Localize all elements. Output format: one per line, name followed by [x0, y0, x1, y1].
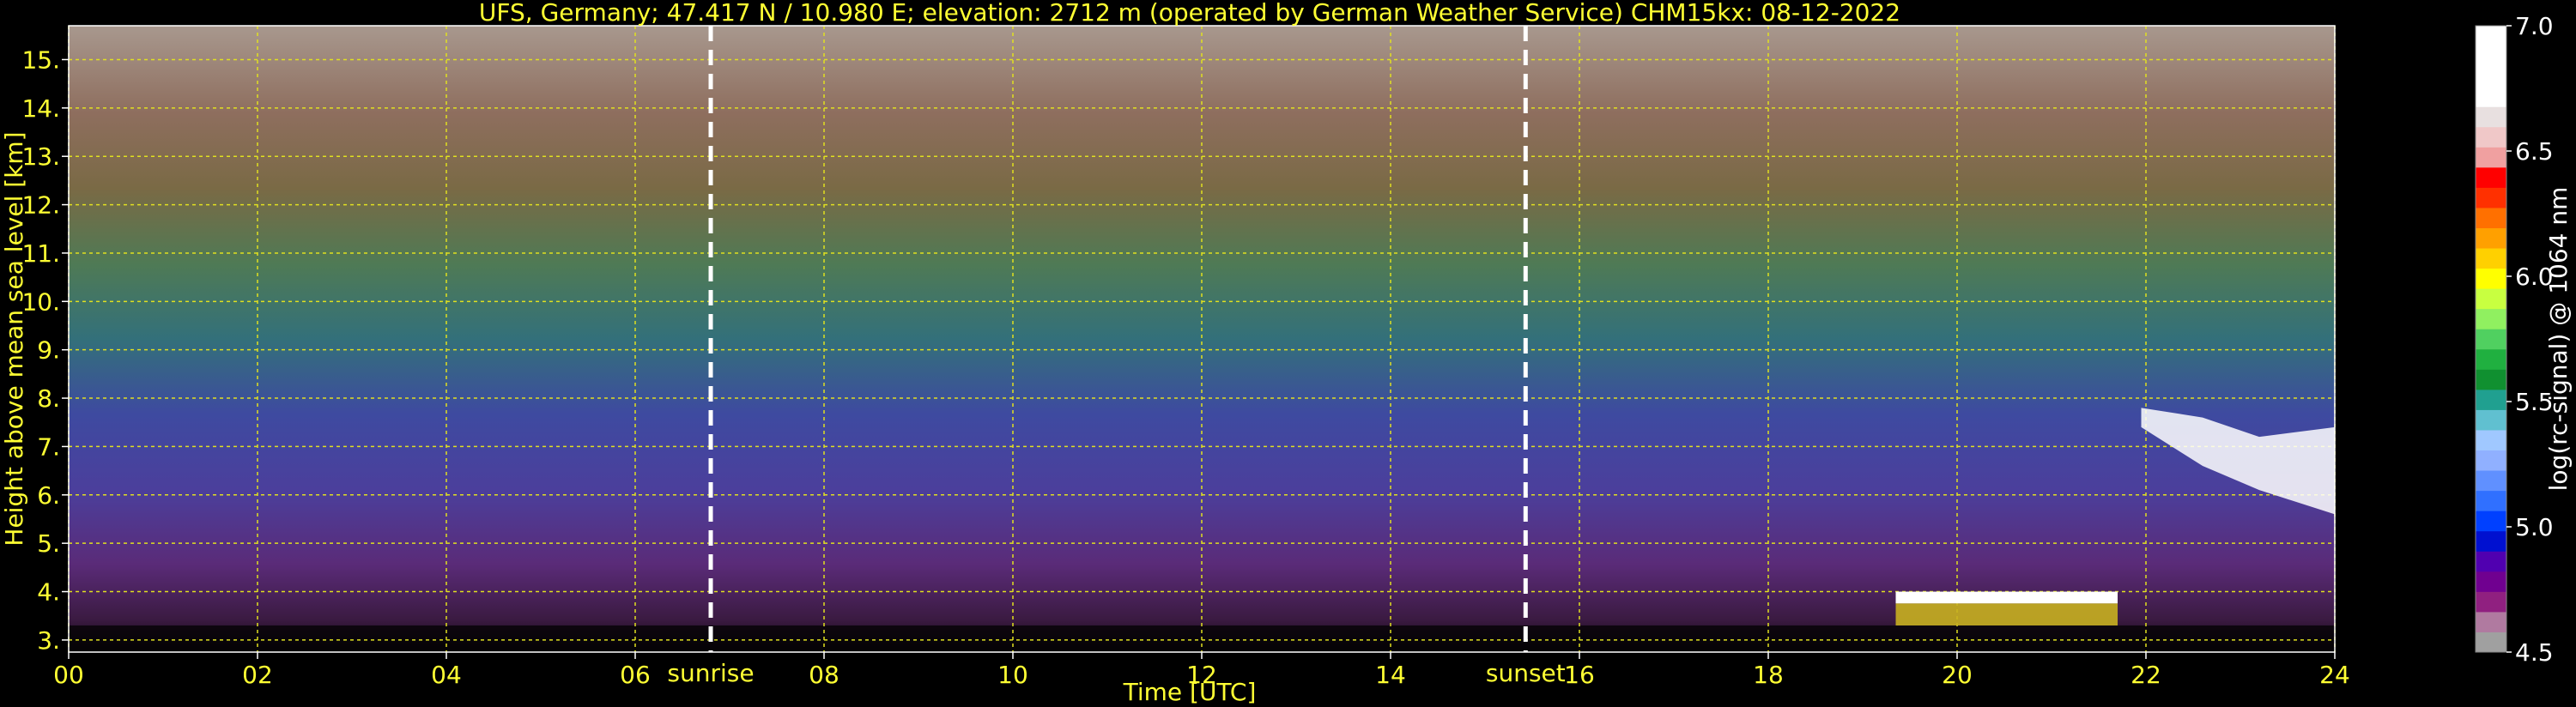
- x-tick-label: 00: [53, 661, 84, 689]
- colorbar-segment: [2476, 530, 2506, 552]
- x-axis-label: Time [UTC]: [1123, 678, 1257, 706]
- plot-background: [69, 26, 2335, 652]
- y-tick-label: 4.: [37, 578, 60, 607]
- x-tick-label: 06: [620, 661, 651, 689]
- colorbar-segment: [2476, 571, 2506, 592]
- colorbar-tick-label: 5.0: [2515, 513, 2554, 541]
- x-tick-label: 20: [1942, 661, 1973, 689]
- colorbar-segment: [2476, 369, 2506, 390]
- sunset-label: sunset: [1486, 659, 1566, 687]
- x-tick-label: 16: [1564, 661, 1595, 689]
- x-tick-label: 22: [2131, 661, 2161, 689]
- y-tick-label: 5.: [37, 529, 60, 558]
- colorbar-segment: [2476, 45, 2506, 67]
- colorbar-segment: [2476, 551, 2506, 572]
- x-tick-label: 18: [1753, 661, 1784, 689]
- colorbar: 4.55.05.56.06.57.0: [2475, 12, 2554, 667]
- colorbar-segment: [2476, 248, 2506, 269]
- colorbar-segment: [2476, 308, 2506, 329]
- colorbar-segment: [2476, 26, 2506, 47]
- colorbar-segment: [2476, 268, 2506, 289]
- colorbar-segment: [2476, 429, 2506, 451]
- colorbar-segment: [2476, 409, 2506, 431]
- x-tick-label: 02: [242, 661, 273, 689]
- colorbar-segment: [2476, 450, 2506, 471]
- y-tick-label: 8.: [37, 384, 60, 413]
- colorbar-segment: [2476, 329, 2506, 350]
- colorbar-segment: [2476, 511, 2506, 532]
- colorbar-segment: [2476, 490, 2506, 511]
- colorbar-segment: [2476, 611, 2506, 632]
- colorbar-segment: [2476, 631, 2506, 653]
- x-tick-label: 24: [2319, 661, 2350, 689]
- colorbar-segment: [2476, 126, 2506, 148]
- y-tick-label: 9.: [37, 336, 60, 365]
- colorbar-segment: [2476, 66, 2506, 88]
- colorbar-segment: [2476, 147, 2506, 168]
- colorbar-segment: [2476, 166, 2506, 188]
- x-tick-label: 10: [997, 661, 1028, 689]
- y-axis-label: Height above mean sea level [km]: [0, 131, 28, 546]
- colorbar-segment: [2476, 348, 2506, 370]
- colorbar-segment: [2476, 106, 2506, 128]
- cloud-low-top: [1895, 591, 2118, 604]
- sunrise-label: sunrise: [667, 659, 754, 687]
- chart-title: UFS, Germany; 47.417 N / 10.980 E; eleva…: [479, 0, 1900, 27]
- y-tick-label: 14.: [21, 94, 60, 123]
- x-tick-label: 08: [809, 661, 839, 689]
- cloud-low-body: [1895, 603, 2118, 625]
- plot-area: [69, 26, 2335, 652]
- colorbar-tick-label: 7.0: [2515, 12, 2554, 40]
- colorbar-segment: [2476, 187, 2506, 208]
- y-tick-label: 7.: [37, 432, 60, 461]
- ceilometer-chart: sunrise sunset 00 02 04 06 08 10 12 14 16 18 20 22 24…: [0, 0, 2573, 706]
- y-tick-label: 3.: [37, 626, 60, 655]
- colorbar-segment: [2476, 470, 2506, 492]
- y-tick-label: 15.: [21, 45, 60, 74]
- colorbar-segment: [2476, 591, 2506, 613]
- colorbar-label: log(rc-signal) @ 1064 nm: [2544, 187, 2573, 492]
- colorbar-segment: [2476, 389, 2506, 410]
- y-tick-label: 6.: [37, 481, 60, 510]
- colorbar-segment: [2476, 86, 2506, 107]
- colorbar-tick-label: 4.5: [2515, 638, 2554, 667]
- colorbar-segment: [2476, 288, 2506, 310]
- x-tick-label: 04: [431, 661, 462, 689]
- colorbar-segment: [2476, 207, 2506, 228]
- colorbar-segment: [2476, 227, 2506, 249]
- colorbar-tick-label: 6.5: [2515, 137, 2554, 166]
- x-tick-label: 14: [1375, 661, 1406, 689]
